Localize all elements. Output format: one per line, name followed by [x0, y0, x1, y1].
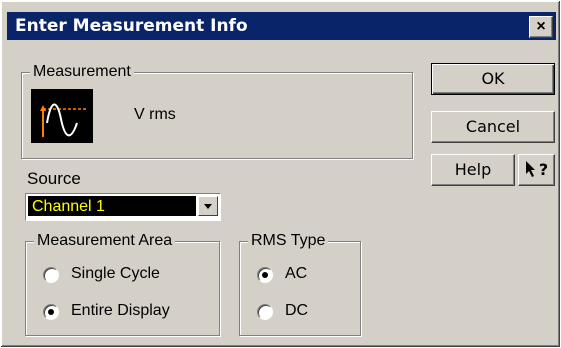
radio-single-cycle[interactable]: Single Cycle: [43, 265, 203, 287]
chevron-down-icon: [204, 204, 212, 209]
radio-ac[interactable]: AC: [257, 265, 337, 287]
radio-button[interactable]: [43, 304, 59, 320]
help-button[interactable]: Help: [431, 154, 515, 186]
ok-button[interactable]: OK: [431, 63, 555, 95]
context-help-icon: ?: [525, 160, 548, 179]
source-dropdown[interactable]: Channel 1: [25, 193, 221, 221]
cancel-button[interactable]: Cancel: [431, 111, 555, 143]
rms-type-group-label: RMS Type: [248, 232, 329, 250]
radio-button[interactable]: [257, 304, 273, 320]
radio-entire-display[interactable]: Entire Display: [43, 302, 203, 324]
close-button[interactable]: ×: [529, 16, 553, 38]
vrms-waveform-icon: [31, 89, 93, 143]
context-help-button[interactable]: ?: [518, 154, 555, 186]
context-help-label: ?: [538, 160, 549, 179]
radio-label: DC: [285, 302, 309, 319]
radio-label: AC: [285, 265, 308, 282]
close-icon: ×: [536, 18, 546, 35]
radio-button[interactable]: [43, 267, 59, 283]
dropdown-arrow-button[interactable]: [198, 196, 218, 216]
measurement-area-group-label: Measurement Area: [34, 232, 176, 250]
measurement-dialog: Enter Measurement Info × Measurement V r…: [0, 0, 561, 348]
measurement-name: V rms: [134, 106, 176, 123]
radio-button[interactable]: [257, 267, 273, 283]
dialog-title: Enter Measurement Info: [15, 16, 248, 36]
title-bar[interactable]: Enter Measurement Info ×: [7, 12, 556, 40]
radio-label: Single Cycle: [71, 265, 160, 282]
radio-dc[interactable]: DC: [257, 302, 337, 324]
measurement-group-label: Measurement: [30, 63, 134, 81]
source-label: Source: [27, 169, 81, 188]
radio-label: Entire Display: [71, 302, 170, 319]
source-value: Channel 1: [28, 196, 196, 216]
